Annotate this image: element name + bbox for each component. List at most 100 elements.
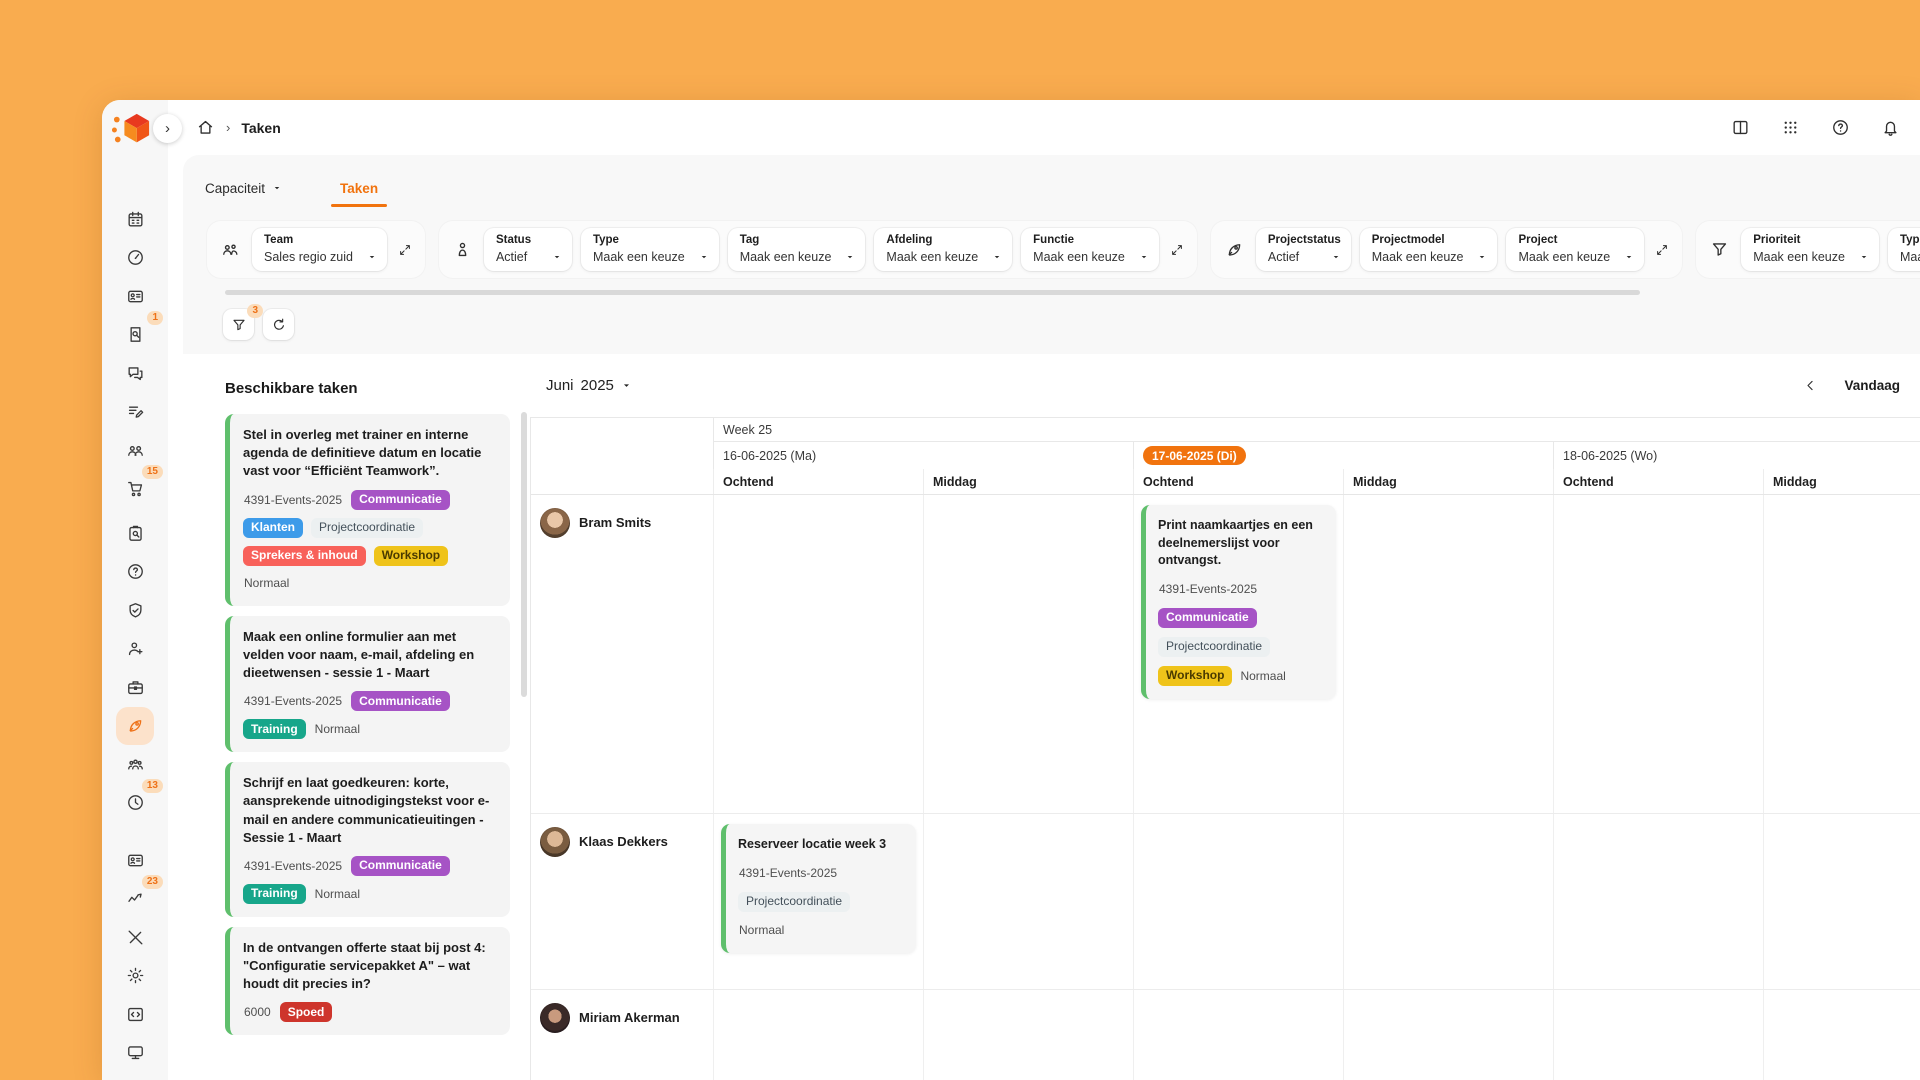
filter-type-dropdown[interactable]: TypeMaak een keuze xyxy=(581,228,719,271)
sidebar-item-orders[interactable]: 15 xyxy=(116,470,154,509)
filter-selected-value: Maak een keuze xyxy=(1900,250,1920,264)
calendar-cell[interactable] xyxy=(1343,990,1553,1080)
slot-header-middag: Middag xyxy=(923,469,1133,494)
calendar-cell[interactable] xyxy=(713,990,923,1080)
today-button[interactable]: Vandaag xyxy=(1844,378,1900,393)
scheduled-task-card[interactable]: Print naamkaartjes en een deelnemerslijs… xyxy=(1141,505,1336,699)
available-task-card[interactable]: Stel in overleg met trainer en interne a… xyxy=(225,414,510,606)
calendar-cell[interactable] xyxy=(923,990,1133,1080)
person-cell: Klaas Dekkers xyxy=(531,814,713,989)
calendar-cell[interactable] xyxy=(1553,814,1763,989)
filter-label: Projectstatus xyxy=(1268,234,1341,246)
calendar-header: Juni 2025 Vandaag xyxy=(530,354,1920,417)
sidebar-item-developer[interactable] xyxy=(116,995,154,1034)
filter-team-dropdown[interactable]: TeamSales regio zuid xyxy=(252,228,387,271)
calendar-cell[interactable] xyxy=(1553,495,1763,813)
tab-capaciteit[interactable]: Capaciteit xyxy=(205,181,282,196)
chevron-down-icon xyxy=(552,252,562,262)
backlog-scrollbar[interactable] xyxy=(521,412,527,697)
rocket-icon xyxy=(126,716,145,735)
panel-icon[interactable] xyxy=(1731,118,1750,137)
sidebar-item-notes[interactable] xyxy=(116,393,154,432)
current-date-badge: 17-06-2025 (Di) xyxy=(1143,446,1246,465)
sidebar-item-recruitment[interactable] xyxy=(116,630,154,669)
funnel-icon xyxy=(1710,240,1729,259)
calendar-cell[interactable] xyxy=(1763,814,1920,989)
sidebar-item-workstation[interactable] xyxy=(116,1034,154,1073)
sidebar-item-projects[interactable] xyxy=(116,707,154,746)
calendar-cell[interactable]: Reserveer locatie week 34391-Events-2025… xyxy=(713,814,923,989)
filter-tag-dropdown[interactable]: TagMaak een keuze xyxy=(728,228,866,271)
planning-row-miriam-akerman: Miriam Akerman xyxy=(531,990,1920,1080)
month-selector[interactable]: Juni 2025 xyxy=(546,377,632,394)
sidebar-item-inspections[interactable] xyxy=(116,514,154,553)
sidebar-item-security[interactable] xyxy=(116,591,154,630)
calendar-cell[interactable] xyxy=(1553,990,1763,1080)
chevron-down-icon xyxy=(621,380,632,391)
slot-header-ochtend: Ochtend xyxy=(1553,469,1763,494)
calendar-dates-row: 16-06-2025 (Ma)17-06-2025 (Di)18-06-2025… xyxy=(531,442,1920,469)
sidebar-item-messages[interactable] xyxy=(116,354,154,393)
collapse-filter-group-icon[interactable] xyxy=(1170,243,1184,257)
sidebar-expand-button[interactable]: › xyxy=(153,114,182,143)
calendar-cell[interactable] xyxy=(923,495,1133,813)
active-filters-button[interactable]: 3 xyxy=(223,309,254,340)
task-tags: 4391-Events-2025CommunicatieKlantenProje… xyxy=(243,490,497,593)
chevron-left-icon[interactable] xyxy=(1803,378,1818,393)
calendar-cell[interactable] xyxy=(923,814,1133,989)
collapse-filter-group-icon[interactable] xyxy=(1655,243,1669,257)
sidebar-item-planning[interactable] xyxy=(116,200,154,239)
sidebar-item-contacts[interactable] xyxy=(116,277,154,316)
chevron-down-icon xyxy=(1477,252,1487,262)
filter-project-dropdown[interactable]: ProjectMaak een keuze xyxy=(1506,228,1644,271)
available-task-card[interactable]: In de ontvangen offerte staat bij post 4… xyxy=(225,927,510,1036)
available-task-card[interactable]: Schrijf en laat goedkeuren: korte, aansp… xyxy=(225,762,510,917)
tag-sprekers-inhoud: Sprekers & inhoud xyxy=(243,546,366,566)
refresh-button[interactable] xyxy=(263,309,294,340)
home-icon[interactable] xyxy=(196,118,215,137)
sidebar-item-teams[interactable] xyxy=(116,431,154,470)
help-circle-icon[interactable] xyxy=(1831,118,1850,137)
sidebar-item-time[interactable]: 13 xyxy=(116,784,154,823)
sidebar-item-reports[interactable]: 23 xyxy=(116,880,154,919)
filter-value: Maak een keuze xyxy=(1518,250,1634,264)
breadcrumb-separator: › xyxy=(226,120,230,135)
calendar-cell[interactable] xyxy=(1763,990,1920,1080)
avatar xyxy=(540,1003,570,1033)
scheduled-task-card[interactable]: Reserveer locatie week 34391-Events-2025… xyxy=(721,824,916,953)
filter-status-dropdown[interactable]: StatusActief xyxy=(484,228,572,271)
filter-label: Team xyxy=(264,234,377,246)
sidebar-item-hr[interactable] xyxy=(116,668,154,707)
calendar-cell[interactable] xyxy=(1133,990,1343,1080)
tab-taken[interactable]: Taken xyxy=(340,181,378,196)
app-logo-icon[interactable] xyxy=(109,111,155,149)
sidebar-item-settings[interactable] xyxy=(116,957,154,996)
calendar-cell[interactable] xyxy=(1763,495,1920,813)
calendar-cell[interactable] xyxy=(1343,495,1553,813)
available-task-card[interactable]: Maak een online formulier aan met velden… xyxy=(225,616,510,753)
top-header: › Taken xyxy=(168,100,1920,155)
filter-type-dropdown[interactable]: TypeMaak een keuze xyxy=(1888,228,1920,271)
filter-value: Maak een keuze xyxy=(886,250,1002,264)
sidebar-item-resources[interactable] xyxy=(116,745,154,784)
calendar-cell[interactable] xyxy=(1133,814,1343,989)
calendar-cell[interactable] xyxy=(713,495,923,813)
calendar-cell[interactable]: Print naamkaartjes en een deelnemerslijs… xyxy=(1133,495,1343,813)
apps-grid-icon[interactable] xyxy=(1781,118,1800,137)
sidebar-item-support[interactable] xyxy=(116,553,154,592)
filter-projectmodel-dropdown[interactable]: ProjectmodelMaak een keuze xyxy=(1360,228,1498,271)
sidebar-item-tools[interactable] xyxy=(116,918,154,957)
calendar-cell[interactable] xyxy=(1343,814,1553,989)
filter-prioriteit-dropdown[interactable]: PrioriteitMaak een keuze xyxy=(1741,228,1879,271)
tab-label: Taken xyxy=(340,181,378,196)
sidebar-item-cards[interactable] xyxy=(116,841,154,880)
sidebar-item-dashboard[interactable] xyxy=(116,239,154,278)
sidebar-item-invoices[interactable]: 1 xyxy=(116,316,154,355)
collapse-filter-group-icon[interactable] xyxy=(398,243,412,257)
filter-projectstatus-dropdown[interactable]: ProjectstatusActief xyxy=(1256,228,1351,271)
tag-4391-events-2025: 4391-Events-2025 xyxy=(243,692,343,711)
filter-afdeling-dropdown[interactable]: AfdelingMaak een keuze xyxy=(874,228,1012,271)
filter-functie-dropdown[interactable]: FunctieMaak een keuze xyxy=(1021,228,1159,271)
bell-icon[interactable] xyxy=(1881,118,1900,137)
filter-scrollbar[interactable] xyxy=(225,290,1640,295)
